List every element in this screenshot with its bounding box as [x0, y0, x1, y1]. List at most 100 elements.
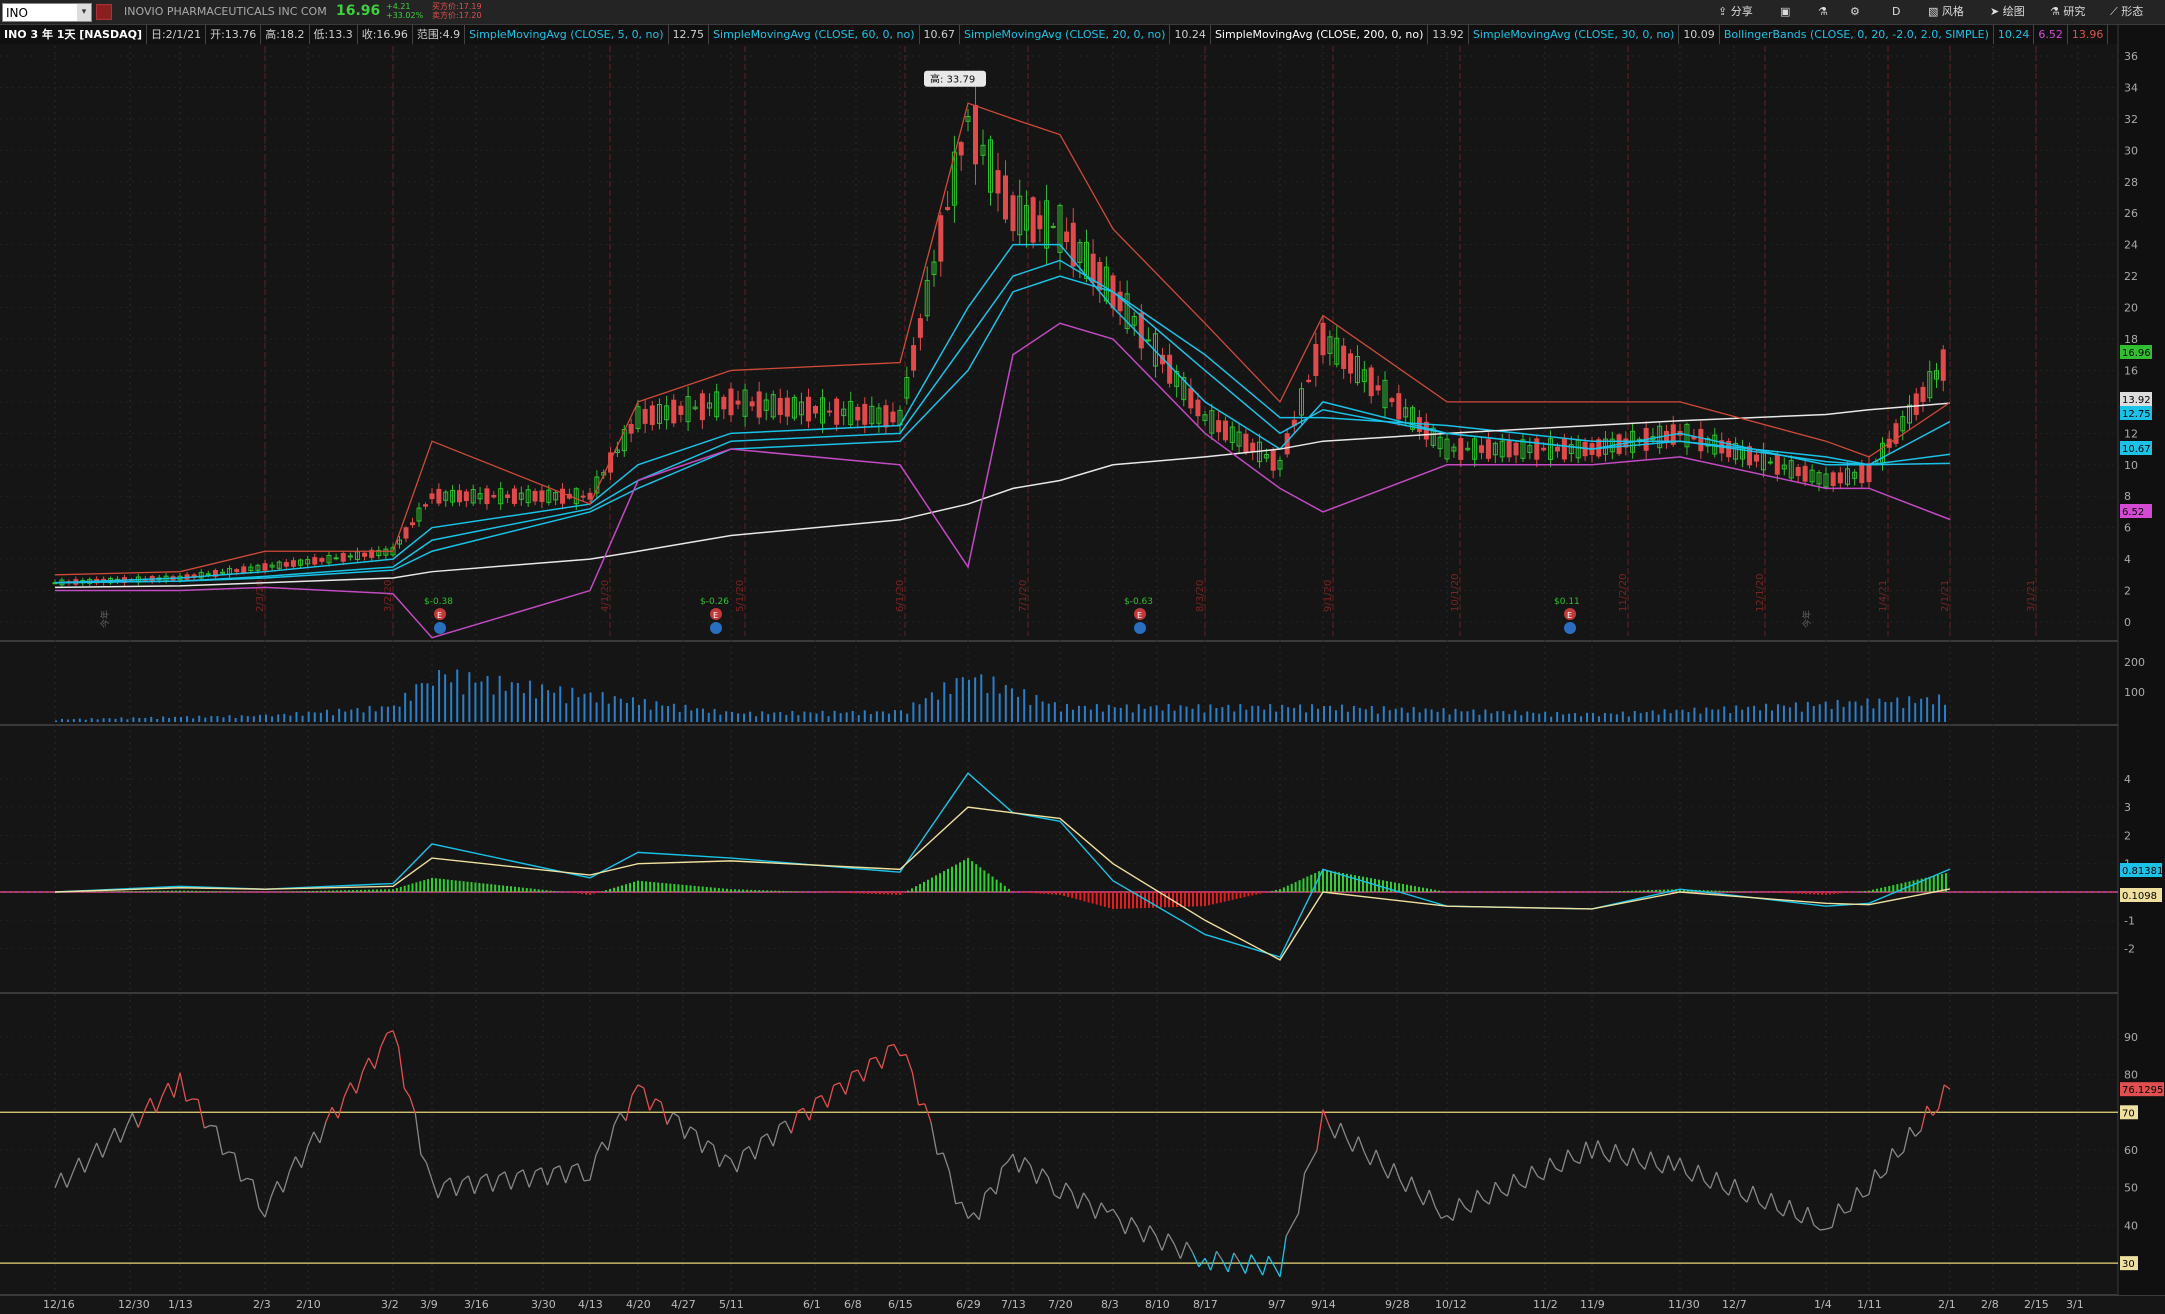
gear-icon[interactable]: ⚙	[1850, 3, 1860, 21]
rsi-line-segment	[1446, 1214, 1454, 1221]
candle-body	[1927, 371, 1933, 399]
rsi-overbought: 70	[293, 996, 317, 1014]
dividend-icon	[1134, 622, 1146, 634]
volume-bar	[1221, 707, 1224, 722]
volume-bar	[1550, 716, 1553, 722]
rsi-line-segment	[1179, 1241, 1188, 1259]
layout-icon[interactable]: ▣	[1780, 3, 1790, 21]
share-button[interactable]: ⇪ 分享	[1718, 3, 1753, 21]
volume-bar	[1741, 709, 1744, 722]
candle-body	[1382, 379, 1388, 409]
chart-canvas[interactable]: 2/3/20 3/2/20 4/1/20 5/1/20 6/1/20 7/1/20 8/3/…	[0, 0, 2165, 1314]
rsi-line-segment	[1428, 1189, 1436, 1208]
candle-body	[1636, 438, 1642, 443]
rsi-line-segment	[403, 1087, 411, 1098]
candle-body	[566, 493, 572, 499]
volume-bar	[1275, 711, 1278, 722]
study-bollinger[interactable]: BollingerBands (CLOSE, 0, 20, -2.0, 2.0,…	[1720, 25, 1994, 44]
timeframe-button[interactable]: D	[1892, 3, 1900, 21]
volume-bar	[210, 716, 213, 722]
time-axis-label: 4/13	[578, 1298, 603, 1311]
candle-body	[614, 449, 620, 454]
volume-bar	[1119, 707, 1122, 722]
candle-body	[1416, 417, 1422, 433]
macd-axis-tick: 2	[2124, 829, 2131, 842]
price-axis-tick: 8	[2124, 490, 2131, 503]
flag-icon[interactable]	[96, 4, 112, 20]
macd-pane[interactable]	[0, 772, 2118, 961]
price-tag-bg	[2120, 504, 2152, 518]
earnings-label: $0.11	[1554, 597, 1580, 607]
rsi-line-segment	[480, 1173, 488, 1179]
rsi-line-segment	[978, 1192, 986, 1220]
rsi-line-segment	[119, 1126, 128, 1143]
volume-bar	[1651, 710, 1654, 722]
volume-bar	[192, 718, 195, 722]
rsi-line-segment	[683, 1126, 691, 1139]
time-axis[interactable]: 12/16 12/30 1/13 2/3 2/10 3/2 3/9 3/16 3/30 4/13 4…	[43, 1298, 2084, 1311]
volume-pane[interactable]	[55, 669, 1947, 722]
rsi-pane[interactable]	[0, 1030, 2118, 1278]
study-sma5[interactable]: SimpleMovingAvg (CLOSE, 5, 0, no)	[465, 25, 669, 44]
candle-body	[742, 389, 748, 417]
symbol-box[interactable]: ▾	[2, 3, 92, 22]
rsi-line-segment	[1537, 1175, 1544, 1181]
rsi-line-segment	[1722, 1188, 1730, 1196]
rsi-line-segment	[143, 1097, 151, 1112]
volume-bar	[252, 716, 255, 722]
volume-bar	[84, 719, 87, 722]
rsi-line-segment	[820, 1095, 829, 1108]
ask-price: 卖方价:17.20	[432, 11, 482, 20]
volume-bar	[1824, 701, 1827, 722]
volume-bar	[186, 716, 189, 722]
macd-axis-tick: -2	[2124, 943, 2135, 956]
pane-bg	[0, 642, 2118, 724]
candle-body	[1527, 445, 1533, 453]
volume-bar	[1035, 695, 1038, 722]
rsi-line-segment	[1926, 1105, 1934, 1116]
volume-bar	[228, 715, 231, 722]
study-sma60[interactable]: SimpleMovingAvg (CLOSE, 60, 0, no)	[709, 25, 920, 44]
volume-bar	[1388, 710, 1391, 722]
rsi-line-segment	[1691, 1164, 1699, 1182]
volume-bar	[1466, 711, 1469, 722]
chart-title[interactable]: INO 3 年 1天 [NASDAQ]	[0, 25, 147, 44]
candle-body	[1733, 442, 1739, 460]
volume-bar	[1299, 704, 1302, 722]
study-sma30[interactable]: SimpleMovingAvg (CLOSE, 30, 0, no)	[1469, 25, 1680, 44]
flask-icon[interactable]: ⚗	[1818, 3, 1828, 21]
draw-button[interactable]: ➤ 绘图	[1990, 3, 2025, 21]
style-button[interactable]: ▧ 风格	[1928, 3, 1964, 21]
candle-body	[1010, 195, 1016, 232]
axis-bg	[2118, 25, 2165, 1295]
candle-body	[841, 408, 847, 417]
study-sma200[interactable]: SimpleMovingAvg (CLOSE, 200, 0, no)	[1211, 25, 1429, 44]
rsi-line-segment	[1155, 1235, 1163, 1251]
symbol-input[interactable]	[6, 4, 76, 21]
volume-bar	[393, 705, 395, 722]
price-axis-tick: 2	[2124, 585, 2131, 598]
volume-bar	[516, 682, 519, 722]
rsi-line-segment	[1620, 1158, 1628, 1167]
candle-body	[1277, 459, 1283, 470]
volume-bar	[1645, 712, 1648, 722]
rsi-title[interactable]: RSI (14, 70, 30, CLOSE, WILDERS, no)	[0, 996, 216, 1014]
candle-body	[450, 489, 456, 503]
rsi-line-segment	[294, 1156, 303, 1168]
price-pane[interactable]: 高: 33.79 $-0.38 E $-0.26 E $-0.63 E $0.11 E 今年 今年	[52, 70, 1951, 639]
pattern-button[interactable]: ⟋ 形态	[2110, 3, 2143, 21]
candle-body	[532, 490, 538, 502]
study-sma20[interactable]: SimpleMovingAvg (CLOSE, 20, 0, no)	[960, 25, 1171, 44]
candle-body	[1270, 450, 1276, 471]
rsi-line-segment	[1844, 1210, 1851, 1214]
candle-body	[1306, 379, 1312, 383]
rsi-line-segment	[1673, 1157, 1681, 1171]
chevron-down-icon[interactable]: ▾	[77, 4, 91, 21]
candle-body	[1548, 438, 1554, 460]
volume-bar	[900, 710, 902, 722]
macd-title[interactable]: MACD (12, 26, 9, EXPONENTIAL, no)	[0, 725, 208, 743]
volume-bar	[114, 718, 117, 722]
volume-title[interactable]: 成交量	[0, 642, 42, 660]
study-button[interactable]: ⚗ 研究	[2050, 3, 2085, 21]
candle-body	[383, 548, 389, 556]
